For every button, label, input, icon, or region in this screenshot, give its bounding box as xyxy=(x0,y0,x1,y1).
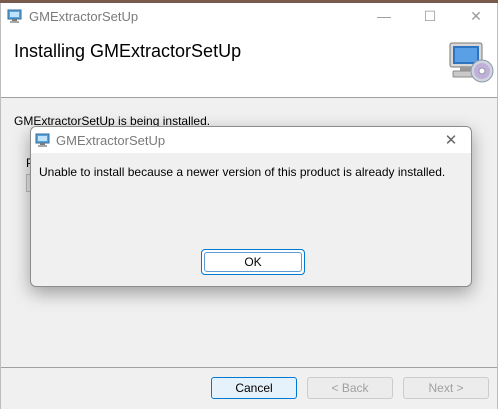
minimize-button[interactable]: — xyxy=(361,3,407,29)
dialog-app-icon xyxy=(35,132,51,148)
footer-divider xyxy=(1,367,497,368)
window-title: GMExtractorSetUp xyxy=(29,9,139,24)
close-button[interactable]: ✕ xyxy=(453,3,498,29)
computer-cd-icon xyxy=(444,39,494,87)
dialog-message: Unable to install because a newer versio… xyxy=(39,165,446,179)
maximize-button[interactable]: ☐ xyxy=(407,3,453,29)
ok-button[interactable]: OK xyxy=(201,249,305,275)
page-title: Installing GMExtractorSetUp xyxy=(14,41,242,61)
cancel-button[interactable]: Cancel xyxy=(211,377,297,399)
dialog-close-button[interactable]: ✕ xyxy=(431,127,471,153)
dialog-title: GMExtractorSetUp xyxy=(56,133,166,148)
error-dialog: GMExtractorSetUp ✕ Unable to install bec… xyxy=(30,126,472,287)
ok-focus-ring xyxy=(204,252,302,272)
installer-app-icon xyxy=(7,8,23,24)
installer-header: Installing GMExtractorSetUp xyxy=(1,29,497,98)
next-button[interactable]: Next > xyxy=(403,377,489,399)
back-button[interactable]: < Back xyxy=(307,377,393,399)
dialog-titlebar[interactable]: GMExtractorSetUp ✕ xyxy=(31,127,471,153)
window-titlebar[interactable]: GMExtractorSetUp — ☐ ✕ xyxy=(1,3,497,29)
